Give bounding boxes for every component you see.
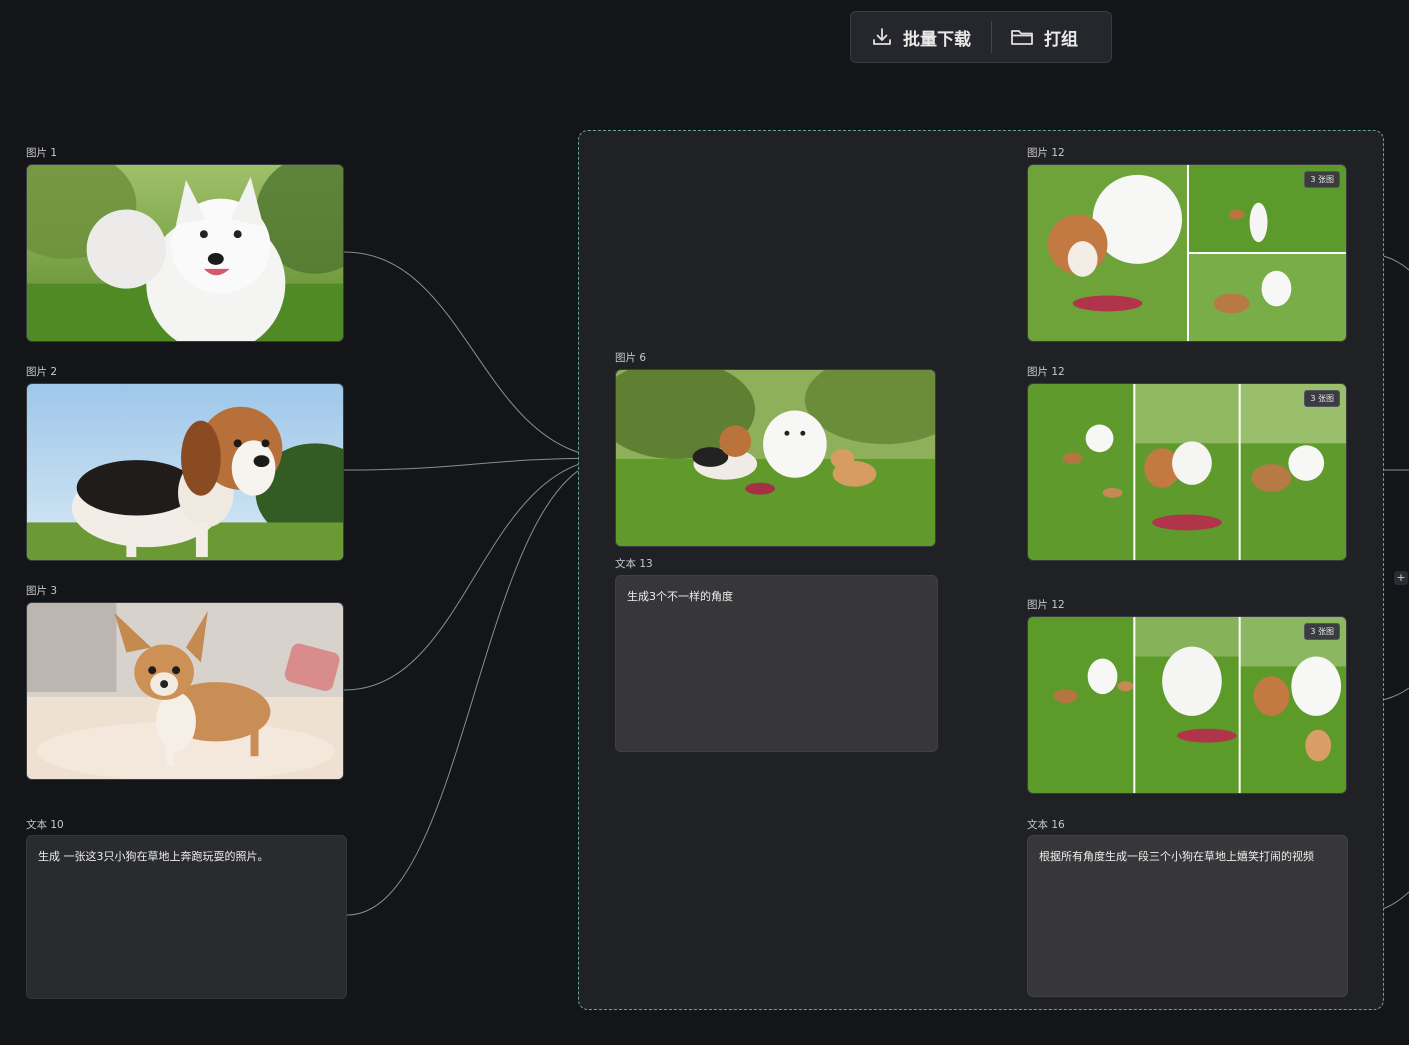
img12a-label: 图片 12 [1027, 147, 1065, 159]
image-node-beagle[interactable] [26, 383, 344, 561]
batch-download-button[interactable]: 批量下载 [851, 12, 971, 62]
samoyed-photo [27, 165, 343, 341]
multi-angle-photo-c [1028, 617, 1346, 793]
floating-toolbar: 批量下载 打组 [850, 11, 1112, 63]
wire-text10-img6 [346, 457, 616, 916]
image-node-samoyed[interactable] [26, 164, 344, 342]
img3-label: 图片 3 [26, 585, 58, 597]
image-node-12-c[interactable]: 3 张图 [1027, 616, 1347, 794]
text-node-16[interactable]: 根据所有角度生成一段三个小狗在草地上嬉笑打闹的视频 [1027, 835, 1348, 997]
img12c-label: 图片 12 [1027, 599, 1065, 611]
group-label: 打组 [1044, 29, 1078, 50]
text-node-10[interactable]: 生成 一张这3只小狗在草地上奔跑玩耍的照片。 [26, 835, 347, 999]
image-count-badge: 3 张图 [1304, 623, 1340, 640]
text10-content: 生成 一张这3只小狗在草地上奔跑玩耍的照片。 [38, 850, 269, 863]
img1-label: 图片 1 [26, 147, 58, 159]
image-node-chihuahua[interactable] [26, 602, 344, 780]
multi-angle-photo-b [1028, 384, 1346, 560]
image-count-badge: 3 张图 [1304, 171, 1340, 188]
three-dogs-photo [616, 370, 935, 546]
beagle-photo [27, 384, 343, 560]
img6-label: 图片 6 [615, 352, 647, 364]
image-count-badge: 3 张图 [1304, 390, 1340, 407]
text-node-13[interactable]: 生成3个不一样的角度 [615, 575, 938, 752]
text13-content: 生成3个不一样的角度 [627, 590, 733, 603]
text10-label: 文本 10 [26, 819, 64, 831]
chihuahua-photo [27, 603, 343, 779]
download-icon [873, 28, 891, 45]
image-node-12-a[interactable]: 3 张图 [1027, 164, 1347, 342]
text16-label: 文本 16 [1027, 819, 1065, 831]
multi-angle-photo-a [1028, 165, 1346, 341]
wire-img3-img6 [343, 457, 616, 691]
wire-img1-img6 [343, 251, 616, 459]
image-node-12-b[interactable]: 3 张图 [1027, 383, 1347, 561]
text16-content: 根据所有角度生成一段三个小狗在草地上嬉笑打闹的视频 [1039, 850, 1314, 863]
text13-label: 文本 13 [615, 558, 653, 570]
wire-img2-img6 [343, 457, 616, 471]
img2-label: 图片 2 [26, 366, 58, 378]
batch-download-label: 批量下载 [903, 29, 971, 50]
group-button[interactable]: 打组 [992, 12, 1078, 62]
img12b-label: 图片 12 [1027, 366, 1065, 378]
image-node-6[interactable] [615, 369, 936, 547]
add-node-button[interactable]: + [1394, 571, 1408, 585]
folder-icon [1011, 30, 1033, 45]
